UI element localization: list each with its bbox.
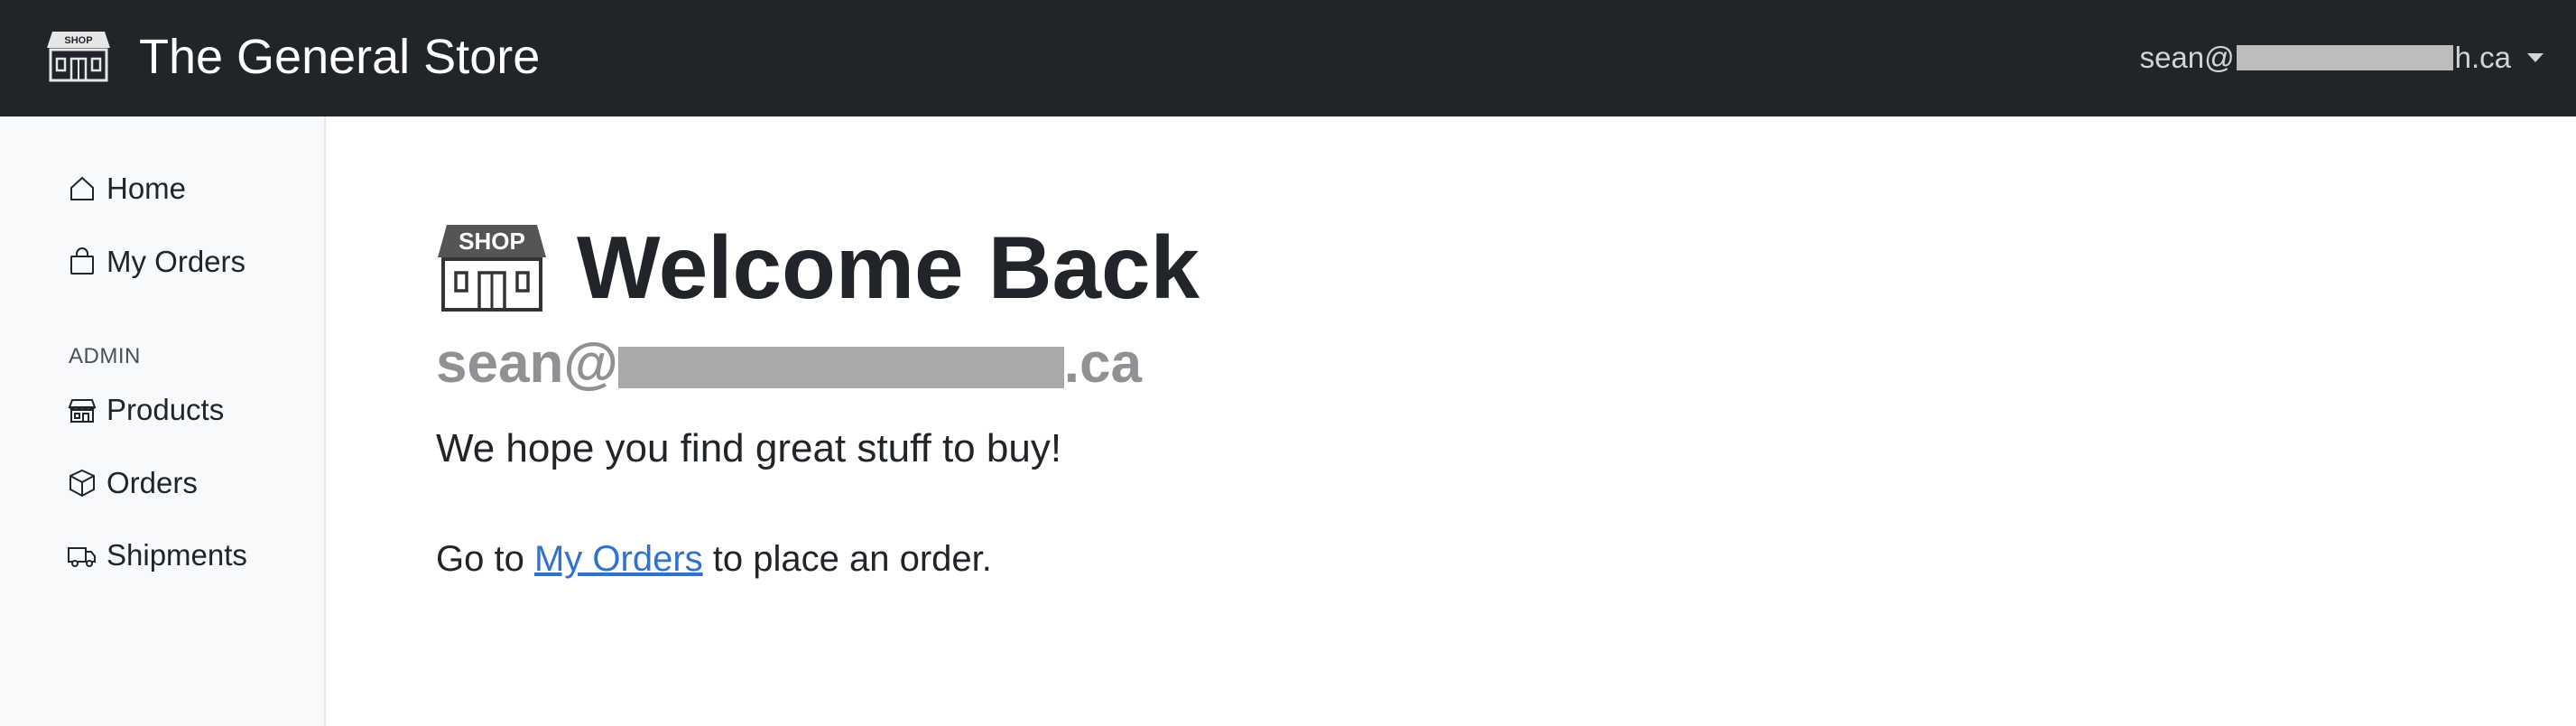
sidebar-item-label: My Orders [107, 245, 246, 278]
sidebar-item-my-orders[interactable]: My Orders [67, 244, 246, 280]
my-orders-link[interactable]: My Orders [534, 539, 703, 579]
shop-logo-icon: SHOP [47, 32, 110, 82]
sidebar-item-orders[interactable]: Orders [67, 465, 198, 501]
user-email-prefix: sean@ [2139, 41, 2235, 74]
sidebar-item-products[interactable]: Products [67, 392, 224, 428]
hero-icon-text: SHOP [459, 228, 525, 255]
main-content: SHOP Welcome Back sean@ .ca We hope you f… [326, 116, 2576, 726]
sidebar-item-label: Home [107, 172, 187, 205]
user-email-heading: sean@ .ca [436, 330, 1142, 398]
sidebar-item-home[interactable]: Home [67, 171, 186, 207]
truck-icon [68, 547, 96, 567]
page-title: Welcome Back [577, 218, 1200, 317]
cta-prefix: Go to [436, 539, 534, 579]
bag-icon [70, 247, 94, 275]
tagline: We hope you find great stuff to buy! [436, 426, 1062, 470]
sidebar-item-shipments[interactable]: Shipments [67, 537, 247, 573]
redaction-bar [617, 346, 1064, 388]
sidebar-item-label: Shipments [107, 538, 247, 572]
shop-icon: SHOP [438, 225, 546, 312]
brand-link[interactable]: SHOP The General Store [45, 30, 540, 84]
caret-down-icon [2527, 53, 2544, 62]
brand-title: The General Store [139, 30, 541, 84]
welcome-header: SHOP Welcome Back [436, 218, 1200, 317]
sidebar-section-admin: ADMIN [69, 344, 141, 368]
house-icon [70, 176, 94, 200]
shop-icon [68, 399, 97, 423]
email-prefix: sean@ [436, 332, 618, 395]
user-email-suffix: h.ca [2454, 41, 2511, 74]
sidebar-item-label: Orders [107, 466, 198, 499]
sidebar-item-label: Products [107, 393, 225, 426]
user-menu-dropdown[interactable]: sean@ h.ca [2140, 40, 2544, 76]
brand-icon-text: SHOP [64, 35, 92, 46]
orders-cta: Go to My Orders to place an order. [436, 535, 992, 582]
top-navbar: SHOP The General Store sean@ h.ca [0, 0, 2576, 116]
redaction-bar [2236, 45, 2453, 70]
cta-suffix: to place an order. [702, 539, 992, 579]
sidebar: Home My Orders ADMIN Products Orders Shi… [0, 116, 326, 726]
email-suffix: .ca [1063, 332, 1142, 395]
box-icon [69, 469, 95, 498]
